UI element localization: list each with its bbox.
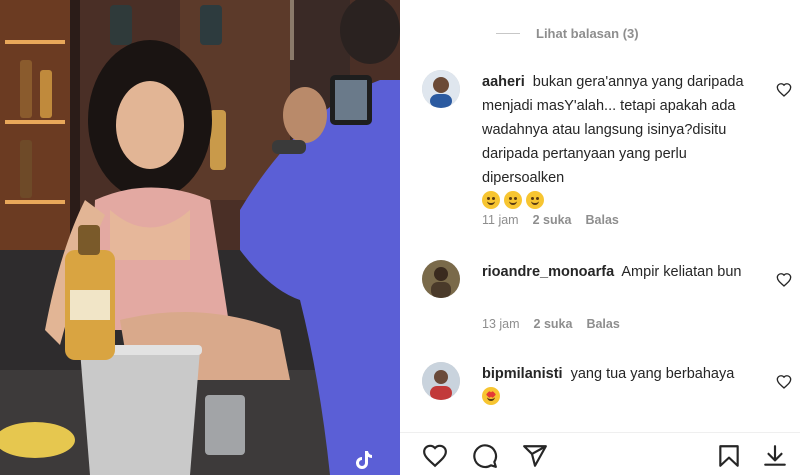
avatar[interactable] — [422, 260, 460, 298]
post-video[interactable] — [0, 0, 400, 475]
reply-button[interactable]: Balas — [586, 317, 619, 331]
send-icon[interactable] — [522, 443, 548, 469]
comment-body: bipmilanisti yang tua yang berbahaya — [482, 362, 752, 410]
comment-likes[interactable]: 2 suka — [533, 213, 572, 227]
view-replies-button[interactable]: Lihat balasan (3) — [496, 24, 639, 42]
comment-text: Ampir keliatan bun — [621, 264, 742, 280]
comment-meta: 11 jam 2 suka Balas — [482, 213, 619, 227]
comment-username[interactable]: bipmilanisti — [482, 366, 563, 382]
comment-meta: 13 jam 2 suka Balas — [482, 317, 620, 331]
avatar-image — [422, 70, 460, 108]
comment-body: rioandre_monoarfa Ampir keliatan bun — [482, 260, 752, 284]
crying-laughing-face-emoji — [482, 191, 500, 209]
comment-text: yang tua yang berbahaya — [570, 366, 735, 382]
tiktok-icon — [356, 451, 372, 469]
like-comment-heart-icon[interactable] — [776, 272, 792, 288]
comments-panel: Lihat balasan (3) aaheri bukan gera'anny… — [400, 0, 800, 475]
divider-line — [496, 32, 520, 34]
comment-icon[interactable] — [472, 443, 498, 469]
comment-likes[interactable]: 2 suka — [534, 317, 573, 331]
comment-item: bipmilanisti yang tua yang berbahaya — [422, 362, 792, 422]
smiling-face-emoji — [526, 191, 544, 209]
star-struck-face-emoji — [482, 387, 500, 405]
comment-text: bukan gera'annya yang daripada menjadi m… — [482, 74, 744, 186]
reply-button[interactable]: Balas — [586, 213, 619, 227]
avatar-image — [422, 260, 460, 298]
like-comment-heart-icon[interactable] — [776, 82, 792, 98]
video-frame-illustration — [0, 0, 400, 475]
comment-item: aaheri bukan gera'annya yang daripada me… — [422, 70, 792, 230]
heart-icon[interactable] — [422, 443, 448, 469]
bookmark-icon[interactable] — [716, 443, 742, 469]
smirk-face-emoji — [504, 191, 522, 209]
view-replies-label: Lihat balasan (3) — [536, 25, 639, 41]
comment-item: rioandre_monoarfa Ampir keliatan bun 13 … — [422, 260, 792, 340]
download-icon[interactable] — [762, 443, 788, 469]
comment-body: aaheri bukan gera'annya yang daripada me… — [482, 70, 752, 214]
comment-username[interactable]: aaheri — [482, 74, 525, 90]
comment-username[interactable]: rioandre_monoarfa — [482, 264, 614, 280]
avatar-image — [422, 362, 460, 400]
like-comment-heart-icon[interactable] — [776, 374, 792, 390]
post-action-bar — [400, 432, 800, 475]
avatar[interactable] — [422, 362, 460, 400]
comment-time: 11 jam — [482, 213, 519, 227]
avatar[interactable] — [422, 70, 460, 108]
comment-time: 13 jam — [482, 317, 520, 331]
